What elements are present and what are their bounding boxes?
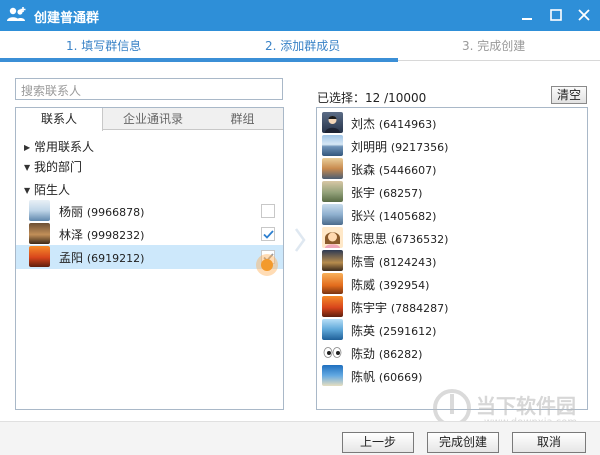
list-item[interactable]: 刘明明 (9217356): [317, 134, 587, 157]
caret-down-icon: ▼: [24, 186, 31, 195]
group-my-department[interactable]: ▼ 我的部门: [24, 158, 82, 175]
step-fill-info: 1. 填写群信息: [66, 39, 142, 53]
contact-name: 林泽 (9998232): [59, 228, 145, 242]
contact-row[interactable]: 林泽 (9998232): [16, 222, 283, 246]
group-label: 我的部门: [34, 160, 83, 174]
group-label: 常用联系人: [34, 140, 95, 154]
list-item[interactable]: 陈思思 (6736532): [317, 226, 587, 249]
click-indicator: [256, 254, 278, 276]
contact-name: 孟阳 (6919212): [59, 251, 145, 265]
avatar: [322, 181, 343, 202]
avatar: [322, 227, 343, 248]
avatar: [29, 246, 50, 267]
avatar: [322, 112, 343, 133]
previous-step-button[interactable]: 上一步: [342, 432, 414, 453]
close-button[interactable]: [573, 4, 595, 26]
avatar: [29, 223, 50, 244]
step-indicator: 1. 填写群信息 2. 添加群成员 3. 完成创建: [0, 31, 600, 62]
list-item[interactable]: 陈威 (392954): [317, 272, 587, 295]
contact-checkbox[interactable]: [261, 227, 275, 241]
watermark-text: 当下软件园: [476, 394, 576, 418]
avatar: [29, 200, 50, 221]
checkmark-icon: [263, 230, 274, 239]
minimize-icon: [522, 18, 532, 20]
list-item[interactable]: 陈雪 (8124243): [317, 249, 587, 272]
search-input[interactable]: 搜索联系人: [15, 78, 283, 100]
list-item[interactable]: 张宇 (68257): [317, 180, 587, 203]
person-icon: [324, 232, 341, 248]
window-title: 创建普通群: [34, 11, 100, 26]
group-label: 陌生人: [34, 183, 71, 197]
tab-groups[interactable]: 群组: [202, 108, 283, 130]
list-item[interactable]: 陈宇宇 (7884287): [317, 295, 587, 318]
chevron-right-icon: [294, 228, 306, 252]
group-chat-icon: [7, 7, 26, 21]
avatar: [322, 365, 343, 386]
avatar: [322, 158, 343, 179]
group-strangers[interactable]: ▼ 陌生人: [24, 181, 70, 198]
caret-down-icon: ▼: [24, 163, 31, 172]
tab-contacts[interactable]: 联系人: [16, 108, 103, 131]
group-frequent-contacts[interactable]: ▶ 常用联系人: [24, 138, 94, 155]
list-item[interactable]: 陈帆 (60669): [317, 364, 587, 387]
contact-name: 杨丽 (9966878): [59, 205, 145, 219]
contact-row[interactable]: 杨丽 (9966878): [16, 199, 283, 223]
contact-row-selected[interactable]: 孟阳 (6919212): [16, 245, 283, 269]
contact-tabs: 联系人 企业通讯录 群组: [16, 108, 283, 131]
avatar: [322, 204, 343, 225]
avatar: [322, 296, 343, 317]
clear-button[interactable]: 清空: [551, 86, 587, 104]
list-item[interactable]: 陈英 (2591612): [317, 318, 587, 341]
contact-checkbox[interactable]: [261, 204, 275, 218]
close-icon: [578, 9, 590, 21]
step-progress-bar: [0, 58, 398, 62]
avatar: [322, 342, 343, 363]
finish-button[interactable]: 完成创建: [427, 432, 499, 453]
list-item[interactable]: 刘杰 (6414963): [317, 111, 587, 134]
maximize-icon: [550, 9, 562, 21]
list-item[interactable]: 张兴 (1405682): [317, 203, 587, 226]
avatar: [322, 273, 343, 294]
avatar: [322, 135, 343, 156]
caret-right-icon: ▶: [24, 143, 31, 152]
step-add-members: 2. 添加群成员: [265, 39, 341, 53]
eyes-icon: [323, 347, 342, 358]
footer-bar: 上一步 完成创建 取消: [0, 421, 600, 455]
list-item[interactable]: 陈劲 (86282): [317, 341, 587, 364]
minimize-button[interactable]: [516, 4, 538, 26]
selected-count: 已选择：12 /10000: [317, 91, 427, 105]
maximize-button[interactable]: [545, 4, 567, 26]
contact-panel: 联系人 企业通讯录 群组 ▶ 常用联系人 ▼ 我的部门 ▼ 陌生人 杨丽 (99668…: [15, 107, 284, 410]
person-icon: [325, 116, 340, 133]
step-finish: 3. 完成创建: [462, 39, 526, 53]
avatar: [322, 250, 343, 271]
list-item[interactable]: 张森 (5446607): [317, 157, 587, 180]
cancel-button[interactable]: 取消: [512, 432, 586, 453]
avatar: [322, 319, 343, 340]
step-remaining-bar: [398, 60, 600, 61]
tab-enterprise-directory[interactable]: 企业通讯录: [104, 108, 202, 130]
selected-members-panel: 刘杰 (6414963) 刘明明 (9217356) 张森 (5446607) …: [316, 107, 588, 410]
title-bar: 创建普通群: [0, 0, 600, 31]
